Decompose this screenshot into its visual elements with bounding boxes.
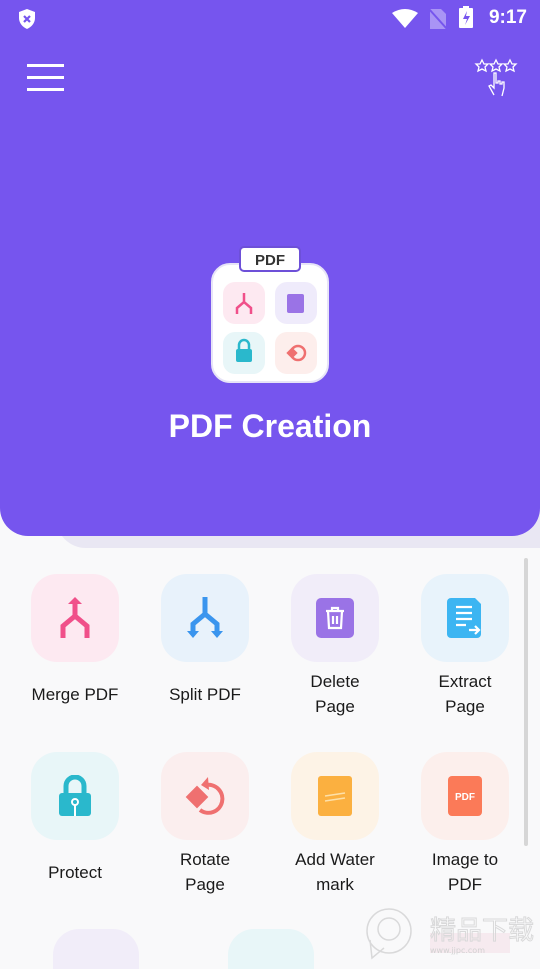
- svg-text:PDF: PDF: [455, 792, 475, 803]
- page-title: PDF Creation: [168, 408, 372, 444]
- tool-label: Protect: [48, 862, 102, 882]
- tool-tile-partial[interactable]: [228, 929, 314, 969]
- watermark-icon: [318, 776, 352, 816]
- status-bar: 9:17: [0, 0, 540, 36]
- shield-x-icon: [19, 9, 35, 29]
- hamburger-menu-icon: [27, 64, 64, 67]
- no-sim-icon: [428, 8, 448, 30]
- tool-label: Extract Page: [438, 672, 492, 716]
- logo-pdf-label: PDF: [255, 252, 285, 269]
- tool-delete-page[interactable]: Delete Page: [270, 574, 400, 722]
- header-banner: 9:17 PDF PDF Creation: [0, 0, 540, 536]
- tool-merge-pdf[interactable]: Merge PDF: [10, 574, 140, 722]
- watermark-logo: 精品下载 www.jjpc.com: [362, 905, 538, 960]
- merge-icon: [60, 597, 90, 638]
- battery-charging-icon: [459, 6, 473, 28]
- scrollbar[interactable]: [524, 558, 528, 846]
- tool-image-to-pdf[interactable]: PDF Image to PDF: [400, 752, 530, 900]
- hamburger-line: [27, 76, 64, 79]
- tool-add-watermark[interactable]: Add Water mark: [270, 752, 400, 900]
- tool-label: Delete Page: [310, 672, 360, 716]
- tool-protect[interactable]: Protect: [10, 752, 140, 900]
- lock-icon: [59, 775, 91, 816]
- tool-label: Image to PDF: [431, 850, 499, 894]
- tool-extract-page[interactable]: Extract Page: [400, 574, 530, 722]
- tool-split-pdf[interactable]: Split PDF: [140, 574, 270, 722]
- clock: 9:17: [488, 7, 527, 28]
- trash-icon: [316, 598, 354, 638]
- hamburger-line: [27, 88, 64, 91]
- tool-rotate-page[interactable]: Rotate Page: [140, 752, 270, 900]
- svg-text:www.jjpc.com: www.jjpc.com: [430, 946, 485, 955]
- image-to-pdf-icon: PDF: [448, 776, 482, 816]
- menu-button[interactable]: [27, 64, 64, 92]
- app-logo: PDF: [211, 246, 329, 383]
- tool-label: Add Water mark: [295, 850, 375, 894]
- tool-tile-partial[interactable]: [53, 929, 139, 969]
- rate-stars-hand-icon[interactable]: [474, 58, 518, 98]
- rotate-icon: [185, 777, 225, 815]
- wifi-icon: [392, 9, 418, 28]
- tool-label: Split PDF: [169, 684, 241, 704]
- split-icon: [187, 597, 223, 638]
- tool-label: Rotate Page: [179, 850, 231, 894]
- tool-label: Merge PDF: [31, 684, 119, 704]
- extract-page-icon: [447, 598, 481, 638]
- svg-text:精品下载: 精品下载: [430, 916, 534, 946]
